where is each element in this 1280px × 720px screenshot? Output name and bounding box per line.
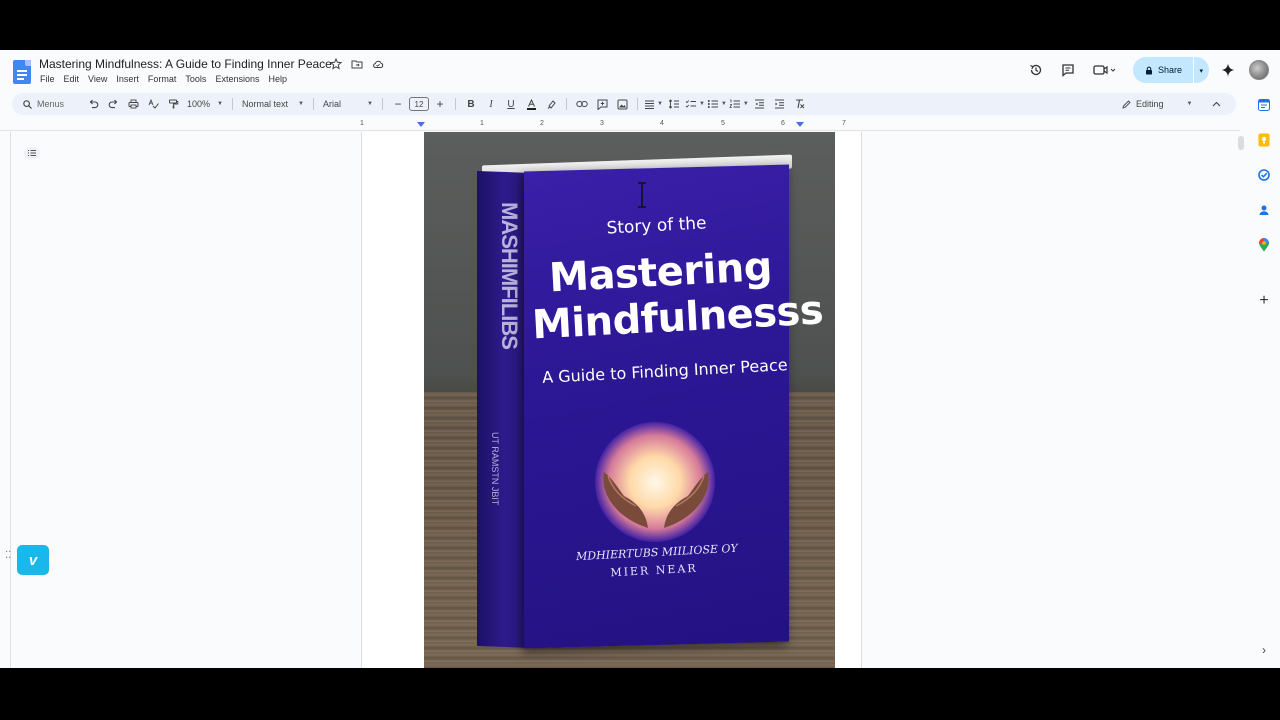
underline-icon[interactable]: U xyxy=(502,95,520,113)
font-value: Arial xyxy=(323,99,342,109)
comment-icon[interactable] xyxy=(1057,59,1079,81)
account-avatar[interactable] xyxy=(1249,60,1269,80)
highlight-color-icon[interactable] xyxy=(542,95,560,113)
formatting-toolbar: Menus 100% ▼ Normal text ▼ Arial ▼ − 12 xyxy=(12,93,1236,115)
insert-image-icon[interactable] xyxy=(613,95,631,113)
menu-tools[interactable]: Tools xyxy=(185,74,206,84)
menu-extensions[interactable]: Extensions xyxy=(215,74,259,84)
redo-icon[interactable] xyxy=(104,95,122,113)
ruler-number: 1 xyxy=(480,120,484,127)
share-button[interactable]: Share ▾ xyxy=(1133,57,1209,83)
align-icon[interactable]: ▼ xyxy=(644,95,663,113)
search-menus-label: Menus xyxy=(37,99,65,109)
maps-icon[interactable] xyxy=(1257,238,1271,252)
editing-mode-label: Editing xyxy=(1136,99,1164,109)
decrease-indent-icon[interactable] xyxy=(751,95,769,113)
undo-icon[interactable] xyxy=(84,95,102,113)
search-icon xyxy=(23,99,32,109)
history-icon[interactable] xyxy=(1025,59,1047,81)
docs-window: Mastering Mindfulness: A Guide to Findin… xyxy=(0,50,1280,668)
menu-file[interactable]: File xyxy=(40,74,55,84)
contacts-icon[interactable] xyxy=(1257,203,1271,217)
ruler-number: 7 xyxy=(842,120,846,127)
star-icon[interactable] xyxy=(329,57,343,70)
paint-format-icon[interactable] xyxy=(164,95,182,113)
calendar-icon[interactable] xyxy=(1257,98,1271,112)
zoom-select[interactable]: 100% ▼ xyxy=(184,95,226,113)
vimeo-icon[interactable]: v xyxy=(17,545,49,575)
chevron-down-icon: ▼ xyxy=(367,101,373,107)
cupped-hands-icon xyxy=(603,472,709,528)
zoom-value: 100% xyxy=(187,99,211,109)
get-add-ons-icon[interactable]: + xyxy=(1257,293,1271,309)
paragraph-style-select[interactable]: Normal text ▼ xyxy=(239,95,307,113)
docs-logo-icon[interactable] xyxy=(13,60,31,84)
lock-icon xyxy=(1146,66,1152,74)
left-indent-marker[interactable] xyxy=(417,122,425,127)
ruler-number: 4 xyxy=(660,120,664,127)
search-menus-button[interactable]: Menus xyxy=(13,95,75,113)
italic-icon[interactable]: I xyxy=(482,95,500,113)
checklist-icon[interactable]: ▼ xyxy=(685,95,705,113)
vertical-scrollbar[interactable] xyxy=(1238,136,1244,150)
share-label: Share xyxy=(1158,65,1183,75)
menu-insert[interactable]: Insert xyxy=(116,74,139,84)
side-panel: + › xyxy=(1250,90,1280,668)
paragraph-style-value: Normal text xyxy=(242,99,289,109)
ruler-number: 2 xyxy=(540,120,544,127)
app-header: Mastering Mindfulness: A Guide to Findin… xyxy=(0,50,1280,90)
folder-move-icon[interactable] xyxy=(351,57,363,69)
bold-icon[interactable]: B xyxy=(462,95,480,113)
document-outline-icon[interactable] xyxy=(24,146,40,159)
font-size-input[interactable]: 12 xyxy=(409,97,429,111)
chevron-down-icon: ▼ xyxy=(217,101,223,107)
numbered-list-icon[interactable]: ▼ xyxy=(729,95,749,113)
clear-formatting-icon[interactable] xyxy=(791,95,809,113)
book-cover-image[interactable]: MASHIMFILIBS UT RAMSTN JBIT Story of the… xyxy=(424,132,835,668)
ruler-number: 6 xyxy=(781,120,785,127)
chevron-down-icon: ▼ xyxy=(298,101,304,107)
font-select[interactable]: Arial ▼ xyxy=(320,95,376,113)
menu-edit[interactable]: Edit xyxy=(64,74,80,84)
ruler-number: 1 xyxy=(360,120,364,127)
text-color-icon[interactable] xyxy=(522,95,540,113)
increase-indent-icon[interactable] xyxy=(771,95,789,113)
document-title[interactable]: Mastering Mindfulness: A Guide to Findin… xyxy=(39,57,332,71)
menu-bar: File Edit View Insert Format Tools Exten… xyxy=(40,74,287,84)
cloud-status-icon[interactable] xyxy=(372,57,384,69)
video-call-icon[interactable] xyxy=(1089,59,1119,81)
expand-side-panel-icon[interactable]: › xyxy=(1257,643,1271,657)
increase-font-size-icon[interactable]: + xyxy=(431,95,449,113)
text-cursor-icon xyxy=(638,182,646,208)
spellcheck-icon[interactable] xyxy=(144,95,162,113)
share-dropdown-icon[interactable]: ▾ xyxy=(1199,67,1203,75)
spine-subtitle: UT RAMSTN JBIT xyxy=(490,432,500,506)
add-comment-icon[interactable] xyxy=(593,95,611,113)
menu-view[interactable]: View xyxy=(88,74,107,84)
line-spacing-icon[interactable] xyxy=(665,95,683,113)
editing-mode-select[interactable]: Editing ▼ xyxy=(1122,95,1198,113)
menu-format[interactable]: Format xyxy=(148,74,177,84)
ruler-number: 5 xyxy=(721,120,725,127)
menu-help[interactable]: Help xyxy=(268,74,287,84)
drag-handle-icon[interactable]: ⁚⁚ xyxy=(5,551,11,566)
print-icon[interactable] xyxy=(124,95,142,113)
tasks-icon[interactable] xyxy=(1257,168,1271,182)
bulleted-list-icon[interactable]: ▼ xyxy=(707,95,727,113)
right-indent-marker[interactable] xyxy=(796,122,804,127)
keep-icon[interactable] xyxy=(1257,133,1271,147)
gemini-spark-icon[interactable] xyxy=(1217,59,1239,81)
hide-menus-icon[interactable] xyxy=(1208,95,1224,113)
chevron-down-icon: ▼ xyxy=(1186,101,1193,107)
insert-link-icon[interactable] xyxy=(573,95,591,113)
decrease-font-size-icon[interactable]: − xyxy=(389,95,407,113)
ruler-number: 3 xyxy=(600,120,604,127)
pencil-icon xyxy=(1122,99,1131,109)
